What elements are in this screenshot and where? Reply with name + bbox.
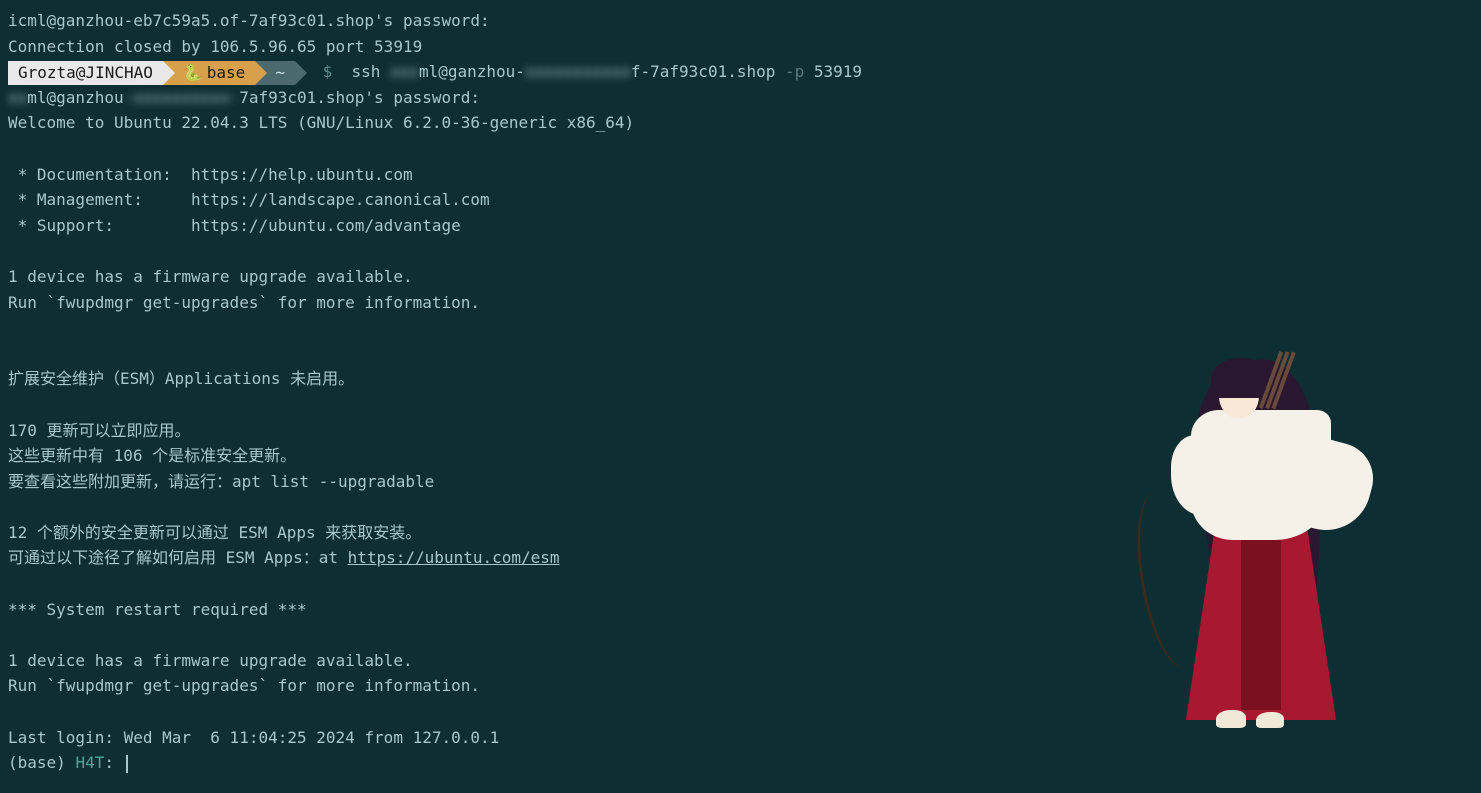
python-icon: 🐍 [183,61,203,85]
terminal-line: 可通过以下途径了解如何启用 ESM Apps：at https://ubuntu… [8,545,1473,571]
terminal-line: Run `fwupdmgr get-upgrades` for more inf… [8,673,1473,699]
terminal-line: Last login: Wed Mar 6 11:04:25 2024 from… [8,725,1473,751]
redacted-text: -xxxxxxxxxx- [124,88,240,107]
terminal-line: 1 device has a firmware upgrade availabl… [8,648,1473,674]
terminal-line [8,315,1473,341]
terminal-line: 扩展安全维护（ESM）Applications 未启用。 [8,366,1473,392]
terminal-line: 12 个额外的安全更新可以通过 ESM Apps 来获取安装。 [8,520,1473,546]
cursor [126,755,128,773]
terminal-line: 这些更新中有 106 个是标准安全更新。 [8,443,1473,469]
text: 7af93c01.shop's password: [239,88,480,107]
terminal-line [8,341,1473,367]
terminal-line [8,392,1473,418]
link-text: https://ubuntu.com/esm [348,548,560,567]
terminal-output[interactable]: icml@ganzhou-eb7c59a5.of-7af93c01.shop's… [8,8,1473,776]
prompt-user-segment: Grozta@JINCHAO [8,61,163,85]
prompt-conda-segment: 🐍base [163,61,255,85]
terminal-line [8,571,1473,597]
terminal-line: * Support: https://ubuntu.com/advantage [8,213,1473,239]
ssh-command: ssh [342,62,390,81]
terminal-line [8,136,1473,162]
ssh-port: 53919 [804,62,862,81]
terminal-line [8,494,1473,520]
redacted-text: xx [8,88,27,107]
ssh-flag: -p [785,62,804,81]
terminal-line [8,238,1473,264]
terminal-line: Welcome to Ubuntu 22.04.3 LTS (GNU/Linux… [8,110,1473,136]
terminal-line: Connection closed by 106.5.96.65 port 53… [8,34,1473,60]
terminal-line: * Management: https://landscape.canonica… [8,187,1473,213]
text: 可通过以下途径了解如何启用 ESM Apps：at [8,548,348,567]
terminal-line: 1 device has a firmware upgrade availabl… [8,264,1473,290]
terminal-line: xxml@ganzhou-xxxxxxxxxx-7af93c01.shop's … [8,85,1473,111]
prompt-separator: : [104,753,123,772]
terminal-line [8,699,1473,725]
terminal-line [8,622,1473,648]
remote-hostname: H4T [75,753,104,772]
text: ml@ganzhou [27,88,123,107]
conda-env-label: (base) [8,753,75,772]
ssh-host: f-7af93c01.shop [631,62,785,81]
terminal-line: 170 更新可以立即应用。 [8,418,1473,444]
terminal-line: Run `fwupdmgr get-upgrades` for more inf… [8,290,1473,316]
shell-prompt-line[interactable]: Grozta@JINCHAO🐍base~ $ ssh xxxml@ganzhou… [8,59,1473,85]
ssh-host: ml@ganzhou- [419,62,525,81]
terminal-line: icml@ganzhou-eb7c59a5.of-7af93c01.shop's… [8,8,1473,34]
terminal-line: 要查看这些附加更新，请运行：apt list --upgradable [8,469,1473,495]
redacted-text: xxxxxxxxxxx [525,62,631,81]
remote-shell-prompt[interactable]: (base) H4T: [8,750,1473,776]
terminal-line: * Documentation: https://help.ubuntu.com [8,162,1473,188]
redacted-text: xxx [390,62,419,81]
terminal-line: *** System restart required *** [8,597,1473,623]
